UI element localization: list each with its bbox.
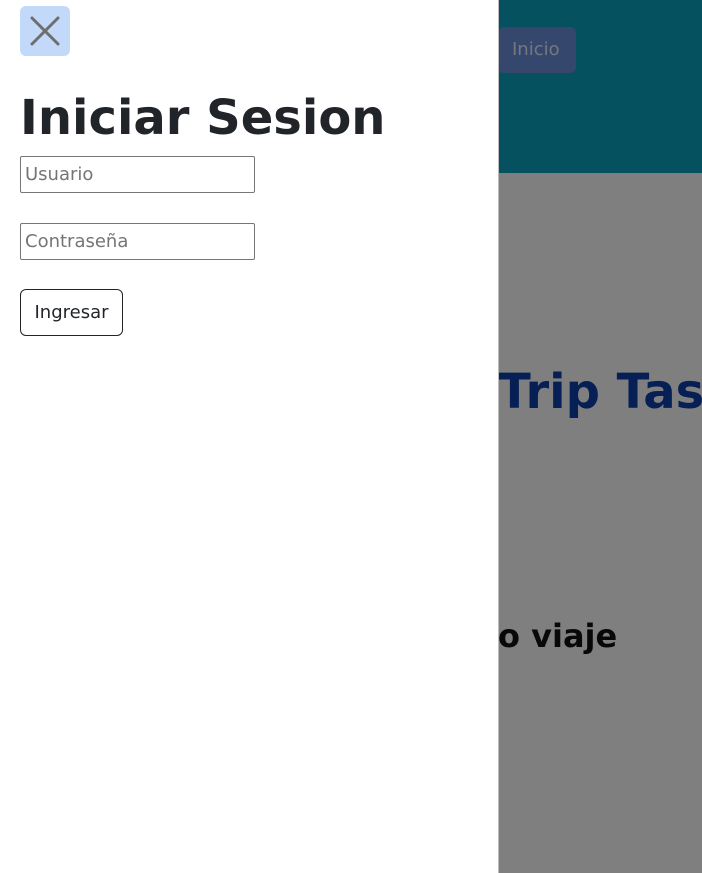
close-button[interactable]	[20, 6, 70, 56]
login-submit-button[interactable]: Ingresar	[20, 289, 123, 336]
login-offcanvas: Iniciar Sesion Ingresar	[0, 0, 499, 873]
login-title: Iniciar Sesion	[20, 90, 386, 146]
username-input[interactable]	[20, 156, 255, 193]
page: Inicio Trip Tastic o viaje Iniciar Sesio…	[0, 0, 702, 873]
password-input[interactable]	[20, 223, 255, 260]
close-icon	[30, 16, 60, 46]
